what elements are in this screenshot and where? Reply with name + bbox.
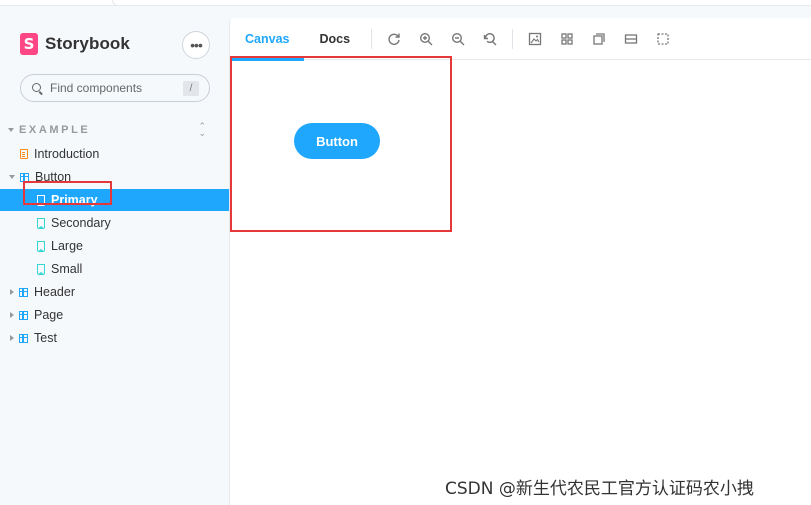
doc-icon [20,149,28,159]
search-icon [32,82,43,94]
sidebar-item-large[interactable]: Large [0,235,229,257]
expanded-arrow-icon [9,175,15,179]
image-icon [528,32,542,45]
outline-button[interactable] [647,18,679,60]
sidebar-item-secondary[interactable]: Secondary [0,212,229,234]
storybook-app: S Storybook ••• / EXAMPLE ⌃⌄ Introductio… [0,0,811,505]
measure-button[interactable] [615,18,647,60]
zoom-in-button[interactable] [410,18,442,60]
collapsed-arrow-icon [10,289,14,295]
sidebar-item-small[interactable]: Small [0,258,229,280]
sidebar-section-example[interactable]: EXAMPLE ⌃ ⌄ [8,122,208,138]
component-icon [19,287,28,297]
grid-icon [561,32,573,45]
zoom-reset-button[interactable] [474,18,506,60]
zoom-in-icon [420,32,433,45]
sidebar-item-test[interactable]: Test [0,327,229,349]
toolbar-divider [371,28,373,49]
collapse-icon [8,128,14,132]
sidebar-item-page[interactable]: Page [0,304,229,326]
storybook-logo-icon: S [20,33,38,55]
brand-name: Storybook [45,34,130,53]
sidebar-item-label: Header [34,285,75,299]
tab-canvas[interactable]: Canvas [230,18,305,61]
background-button[interactable] [519,18,551,60]
zoom-out-button[interactable] [442,18,474,60]
viewport-button[interactable] [583,18,615,60]
bookmark-icon [36,218,45,229]
ruler-icon [624,33,638,44]
search-shortcut-key: / [183,81,199,96]
reload-button[interactable] [378,18,410,60]
toolbar-divider [512,28,514,49]
bookmark-icon [36,264,45,275]
section-label: EXAMPLE [19,124,91,136]
sidebar-item-label: Small [51,262,83,276]
sidebar-item-introduction[interactable]: Introduction [0,143,229,165]
brand[interactable]: S Storybook [20,32,130,56]
viewport-icon [593,32,605,45]
sidebar-item-header[interactable]: Header [0,281,229,303]
watermark-text: CSDN @新生代农民工官方认证码农小拽 [445,479,754,499]
grid-button[interactable] [551,18,583,60]
zoom-reset-icon [483,32,497,45]
selection-highlight-annotation [23,181,112,205]
search-box[interactable]: / [20,74,210,102]
tab-docs[interactable]: Docs [304,18,365,60]
expand-collapse-icon[interactable]: ⌃ ⌄ [198,122,206,138]
reload-icon [388,33,400,45]
story-primary-button[interactable]: Button [294,123,380,159]
collapsed-arrow-icon [10,335,14,341]
sidebar-menu-button[interactable]: ••• [182,31,210,59]
sidebar-item-label: Introduction [34,147,100,161]
sidebar-item-label: Large [51,239,83,253]
toolbar: Canvas Docs [230,18,811,61]
bookmark-icon [36,241,45,252]
search-input[interactable] [50,81,180,95]
component-icon [19,333,28,343]
component-icon [19,310,28,320]
outline-icon [657,32,669,45]
zoom-out-icon [452,32,465,45]
sidebar-item-label: Test [34,331,57,345]
preview-panel: Canvas Docs Button [229,18,811,505]
collapsed-arrow-icon [10,312,14,318]
sidebar-item-label: Page [34,308,64,322]
sidebar-item-label: Secondary [51,216,111,230]
